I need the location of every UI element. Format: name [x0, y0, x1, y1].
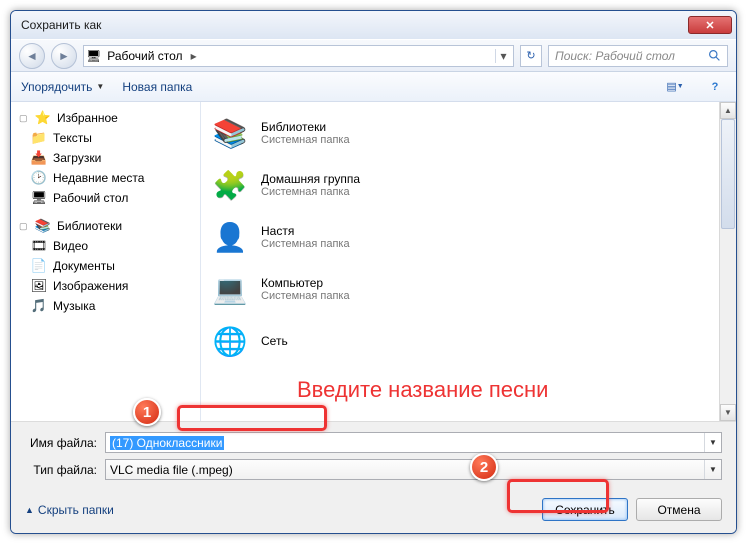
- new-folder-button[interactable]: Новая папка: [122, 80, 192, 94]
- homegroup-icon: 🧩: [209, 164, 251, 206]
- user-icon: 👤: [209, 216, 251, 258]
- tree-item[interactable]: 🎞Видео: [11, 236, 200, 256]
- footer: ▲ Скрыть папки Сохранить Отмена: [11, 492, 736, 533]
- arrow-left-icon: ◄: [26, 49, 38, 63]
- scroll-track[interactable]: [720, 119, 736, 404]
- file-list[interactable]: 📚 БиблиотекиСистемная папка 🧩 Домашняя г…: [201, 102, 719, 421]
- folder-icon: 📁: [31, 130, 47, 146]
- scroll-thumb[interactable]: [721, 119, 735, 229]
- tree-item[interactable]: 🖼Изображения: [11, 276, 200, 296]
- form-area: Имя файла: (17) Одноклассники ▼ Тип файл…: [11, 421, 736, 492]
- list-item[interactable]: 🧩 Домашняя группаСистемная папка: [209, 164, 711, 206]
- view-icon: ▤: [666, 80, 676, 93]
- help-icon: ?: [712, 81, 719, 93]
- arrow-right-icon: ►: [58, 49, 70, 63]
- forward-button[interactable]: ►: [51, 43, 77, 69]
- chevron-down-icon: ▼: [96, 82, 104, 91]
- collapse-icon[interactable]: ▢: [19, 221, 29, 232]
- video-icon: 🎞: [31, 238, 47, 254]
- filetype-value: VLC media file (.mpeg): [110, 463, 233, 477]
- star-icon: ⭐: [35, 110, 51, 126]
- computer-icon: 💻: [209, 268, 251, 310]
- scrollbar[interactable]: ▲ ▼: [719, 102, 736, 421]
- list-item[interactable]: 🌐 Сеть: [209, 320, 711, 362]
- address-dropdown[interactable]: ▾: [495, 49, 511, 63]
- tree-item[interactable]: 🖥Рабочий стол: [11, 188, 200, 208]
- tree-item[interactable]: 📁Тексты: [11, 128, 200, 148]
- cancel-button[interactable]: Отмена: [636, 498, 722, 521]
- tree-item[interactable]: 🕑Недавние места: [11, 168, 200, 188]
- music-icon: 🎵: [31, 298, 47, 314]
- view-options-button[interactable]: ▤▼: [664, 77, 686, 97]
- desktop-icon: 🖥: [86, 49, 101, 63]
- downloads-icon: 📥: [31, 150, 47, 166]
- organize-button[interactable]: Упорядочить ▼: [21, 80, 104, 94]
- libraries-icon: 📚: [35, 218, 51, 234]
- close-icon: ✕: [705, 19, 714, 32]
- filename-input[interactable]: (17) Одноклассники ▼: [105, 432, 722, 453]
- chevron-up-icon: ▲: [25, 505, 34, 515]
- tree-item[interactable]: 🎵Музыка: [11, 296, 200, 316]
- chevron-down-icon[interactable]: ▼: [704, 433, 721, 452]
- collapse-icon[interactable]: ▢: [19, 113, 29, 124]
- network-icon: 🌐: [209, 320, 251, 362]
- close-button[interactable]: ✕: [688, 16, 732, 34]
- tree-item[interactable]: 📥Загрузки: [11, 148, 200, 168]
- filename-label: Имя файла:: [25, 436, 105, 450]
- desktop-icon: 🖥: [31, 190, 47, 206]
- list-item[interactable]: 📚 БиблиотекиСистемная папка: [209, 112, 711, 154]
- titlebar[interactable]: Сохранить как ✕: [11, 11, 736, 39]
- document-icon: 📄: [31, 258, 47, 274]
- list-item[interactable]: 👤 НастяСистемная папка: [209, 216, 711, 258]
- search-placeholder: Поиск: Рабочий стол: [555, 49, 675, 63]
- navigation-tree[interactable]: ▢ ⭐ Избранное 📁Тексты 📥Загрузки 🕑Недавни…: [11, 102, 201, 421]
- chevron-right-icon[interactable]: ▸: [189, 49, 199, 63]
- filename-value: (17) Одноклассники: [110, 436, 224, 450]
- back-button[interactable]: ◄: [19, 43, 45, 69]
- search-icon: [708, 49, 721, 62]
- recent-icon: 🕑: [31, 170, 47, 186]
- image-icon: 🖼: [31, 278, 47, 294]
- hide-folders-button[interactable]: ▲ Скрыть папки: [25, 503, 114, 517]
- filetype-select[interactable]: VLC media file (.mpeg) ▼: [105, 459, 722, 480]
- window-title: Сохранить как: [21, 18, 688, 32]
- address-segment[interactable]: Рабочий стол: [101, 49, 188, 63]
- filetype-label: Тип файла:: [25, 463, 105, 477]
- refresh-button[interactable]: ↻: [520, 45, 542, 67]
- save-button[interactable]: Сохранить: [542, 498, 628, 521]
- libraries-icon: 📚: [209, 112, 251, 154]
- help-button[interactable]: ?: [704, 77, 726, 97]
- tree-libraries-header[interactable]: ▢ 📚 Библиотеки: [11, 216, 200, 236]
- refresh-icon: ↻: [526, 49, 535, 62]
- scroll-down-button[interactable]: ▼: [720, 404, 736, 421]
- search-input[interactable]: Поиск: Рабочий стол: [548, 45, 728, 67]
- list-item[interactable]: 💻 КомпьютерСистемная папка: [209, 268, 711, 310]
- save-as-dialog: Сохранить как ✕ ◄ ► 🖥 Рабочий стол ▸ ▾ ↻…: [10, 10, 737, 534]
- chevron-down-icon[interactable]: ▼: [704, 460, 721, 479]
- tree-favorites-header[interactable]: ▢ ⭐ Избранное: [11, 108, 200, 128]
- nav-bar: ◄ ► 🖥 Рабочий стол ▸ ▾ ↻ Поиск: Рабочий …: [11, 39, 736, 72]
- address-bar[interactable]: 🖥 Рабочий стол ▸ ▾: [83, 45, 514, 67]
- toolbar: Упорядочить ▼ Новая папка ▤▼ ?: [11, 72, 736, 102]
- scroll-up-button[interactable]: ▲: [720, 102, 736, 119]
- tree-item[interactable]: 📄Документы: [11, 256, 200, 276]
